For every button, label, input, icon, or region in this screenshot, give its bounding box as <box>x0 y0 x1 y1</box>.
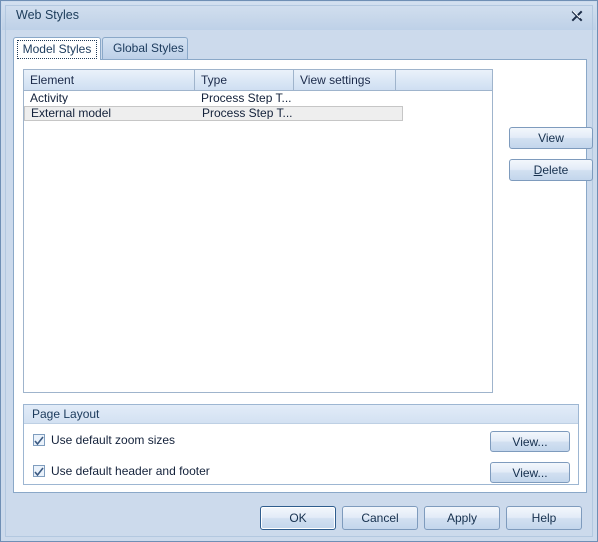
ok-button[interactable]: OK <box>260 506 336 530</box>
table-row[interactable]: External model Process Step T... <box>24 106 403 121</box>
page-layout-group-header: Page Layout <box>24 405 578 424</box>
model-styles-tab-page: Element Type View settings Activity Proc… <box>13 59 593 493</box>
close-icon[interactable] <box>568 8 586 24</box>
cancel-button-label: Cancel <box>361 511 399 525</box>
cell-type: Process Step T... <box>201 91 292 104</box>
dialog-title: Web Styles <box>16 8 79 22</box>
tab-global-styles[interactable]: Global Styles <box>102 37 188 59</box>
cell-view-settings <box>300 91 396 104</box>
web-styles-dialog: Web Styles Model Styles Global Styles El… <box>0 0 598 542</box>
dialog-titlebar: Web Styles <box>2 2 596 30</box>
cell-view-settings <box>301 106 397 119</box>
column-header-view-settings[interactable]: View settings <box>294 70 396 90</box>
use-default-zoom-sizes-label: Use default zoom sizes <box>51 433 176 447</box>
tab-model-styles[interactable]: Model Styles <box>13 37 101 60</box>
cancel-button[interactable]: Cancel <box>342 506 418 530</box>
help-button-label: Help <box>531 511 557 525</box>
column-header-type[interactable]: Type <box>195 70 294 90</box>
view-header-and-footer-button-label: View... <box>512 465 548 480</box>
ok-button-label: OK <box>289 511 307 525</box>
apply-button-label: Apply <box>446 511 478 525</box>
column-header-blank[interactable] <box>396 70 492 90</box>
tab-global-styles-label: Global Styles <box>113 41 184 55</box>
view-header-and-footer-button[interactable]: View... <box>490 462 570 483</box>
table-row[interactable]: Activity Process Step T... <box>24 91 492 106</box>
delete-style-button-mnemonic: D <box>533 163 543 177</box>
use-default-header-and-footer-label: Use default header and footer <box>51 464 210 478</box>
use-default-zoom-sizes-checkbox[interactable] <box>33 434 45 446</box>
help-button[interactable]: Help <box>506 506 582 530</box>
styles-table[interactable]: Element Type View settings Activity Proc… <box>23 69 493 393</box>
styles-table-header: Element Type View settings <box>24 70 492 91</box>
page-layout-title: Page Layout <box>32 407 100 421</box>
cell-type: Process Step T... <box>202 106 293 119</box>
view-zoom-sizes-button-label: View... <box>512 434 548 449</box>
delete-style-button-label: elete <box>542 163 569 177</box>
page-layout-group-body: Use default zoom sizes Use default heade… <box>24 424 578 484</box>
tab-model-styles-label: Model Styles <box>17 40 97 59</box>
delete-style-button[interactable]: Delete <box>509 159 593 181</box>
cell-element: Activity <box>30 91 69 104</box>
apply-button[interactable]: Apply <box>424 506 500 530</box>
view-style-button-label: View <box>538 131 564 145</box>
tab-strip: Model Styles Global Styles <box>13 37 587 60</box>
use-default-header-and-footer-checkbox[interactable] <box>33 465 45 477</box>
styles-table-body: Activity Process Step T... External mode… <box>24 91 492 392</box>
column-header-element[interactable]: Element <box>24 70 195 90</box>
page-layout-group: Page Layout Use default zoom sizes Use d… <box>23 404 579 485</box>
view-zoom-sizes-button[interactable]: View... <box>490 431 570 452</box>
cell-element: External model <box>31 106 112 119</box>
view-style-button[interactable]: View <box>509 127 593 149</box>
